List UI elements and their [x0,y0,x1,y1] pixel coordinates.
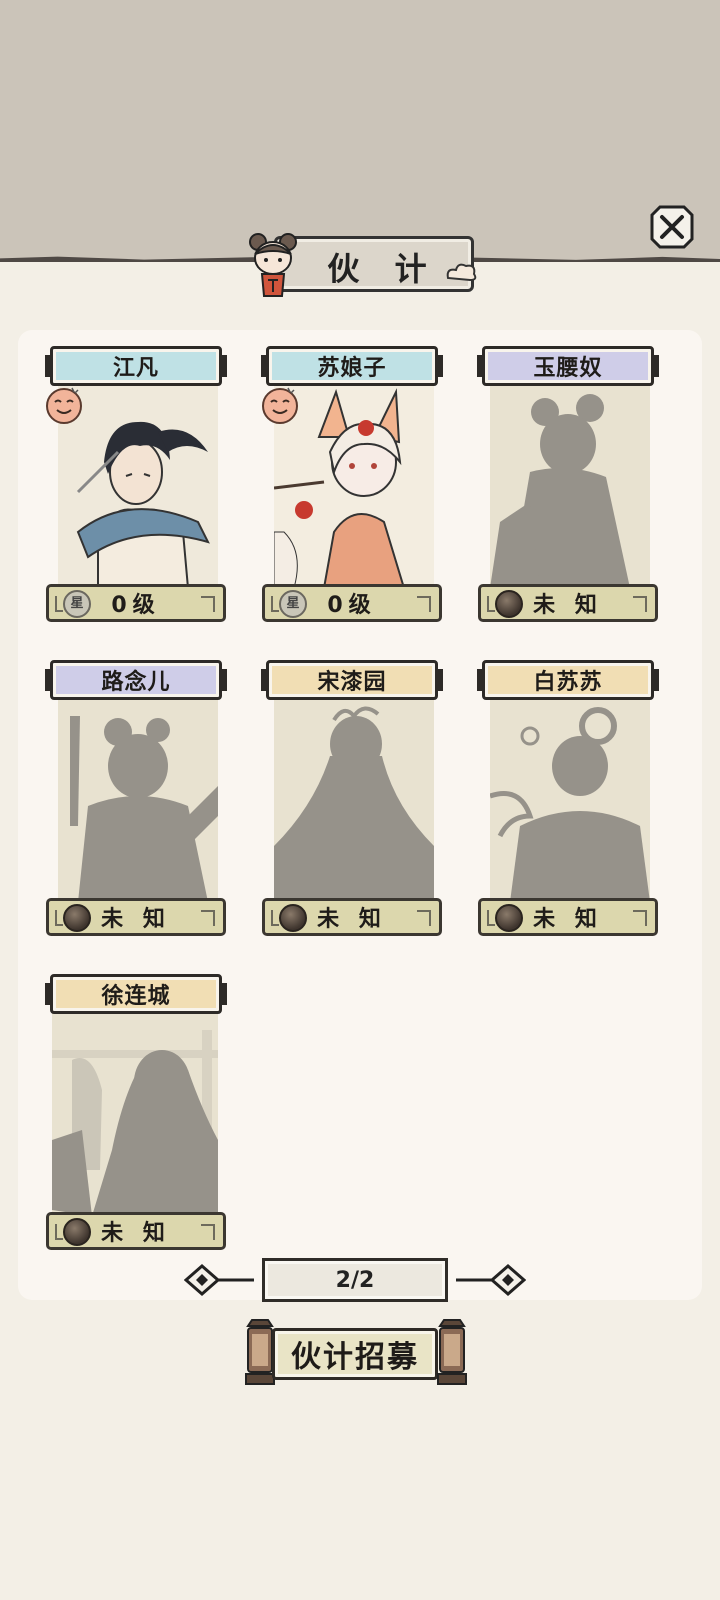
recruit-button[interactable]: 伙计招募 [238,1318,474,1390]
companion-name: 玉腰奴 [477,346,659,386]
companion-level: 0级 [327,593,377,618]
companion-status-bar: 未 知 [478,584,658,622]
companion-status-bar: 未 知 [262,898,442,936]
companion-status: 未 知 [101,907,171,932]
pagination: 2/2 [262,1258,448,1302]
companion-card-baisusu[interactable]: 白苏苏 未 知 [477,656,659,940]
companion-name: 苏娘子 [261,346,443,386]
locked-silhouette [52,1010,218,1216]
companion-name: 江凡 [45,346,227,386]
locked-silhouette [274,696,434,902]
companion-status: 未 知 [533,907,603,932]
companion-card-songqiyuan[interactable]: 宋漆园 未 知 [261,656,443,940]
locked-coin-icon [495,904,523,932]
locked-coin-icon [279,904,307,932]
companion-card-jiangfan[interactable]: 江凡 星 0级 [45,342,227,626]
next-page-arrow-icon[interactable] [454,1262,526,1298]
companion-card-yuyaonu[interactable]: 玉腰奴 未 知 [477,342,659,626]
top-band [0,0,720,262]
locked-silhouette [490,382,650,588]
companion-name: 徐连城 [45,974,227,1014]
locked-coin-icon [63,1218,91,1246]
companion-status: 未 知 [317,907,387,932]
companion-status-bar: 星 0级 [262,584,442,622]
lantern-right-icon [437,1319,467,1385]
happy-face-icon [262,387,298,424]
companion-name: 路念儿 [45,660,227,700]
star-level-icon: 星 [279,590,307,618]
companion-status-bar: 星 0级 [46,584,226,622]
companion-status: 未 知 [101,1221,171,1246]
companion-level: 0级 [111,593,161,618]
page-title: 伙 计 [327,250,439,288]
title-plaque: 伙 计 [238,230,477,297]
locked-silhouette [490,696,650,902]
companion-status: 未 知 [533,593,603,618]
companion-status-bar: 未 知 [46,1212,226,1250]
companion-status-bar: 未 知 [46,898,226,936]
happy-face-icon [46,387,82,424]
recruit-label: 伙计招募 [291,1340,419,1375]
companion-card-xuliancheng[interactable]: 徐连城 未 知 [45,970,227,1254]
close-x-icon [650,205,694,249]
locked-coin-icon [495,590,523,618]
companion-card-lunianer[interactable]: 路念儿 未 知 [45,656,227,940]
mascot-girl-icon [249,233,297,297]
star-level-icon: 星 [63,590,91,618]
prev-page-arrow-icon[interactable] [184,1262,256,1298]
locked-silhouette [58,696,218,902]
page-indicator: 2/2 [262,1258,448,1302]
companion-name: 白苏苏 [477,660,659,700]
companion-status-bar: 未 知 [478,898,658,936]
close-button[interactable] [646,201,698,253]
companion-card-suniangzi[interactable]: 苏娘子 星 0级 [261,342,443,626]
companion-name: 宋漆园 [261,660,443,700]
locked-coin-icon [63,904,91,932]
